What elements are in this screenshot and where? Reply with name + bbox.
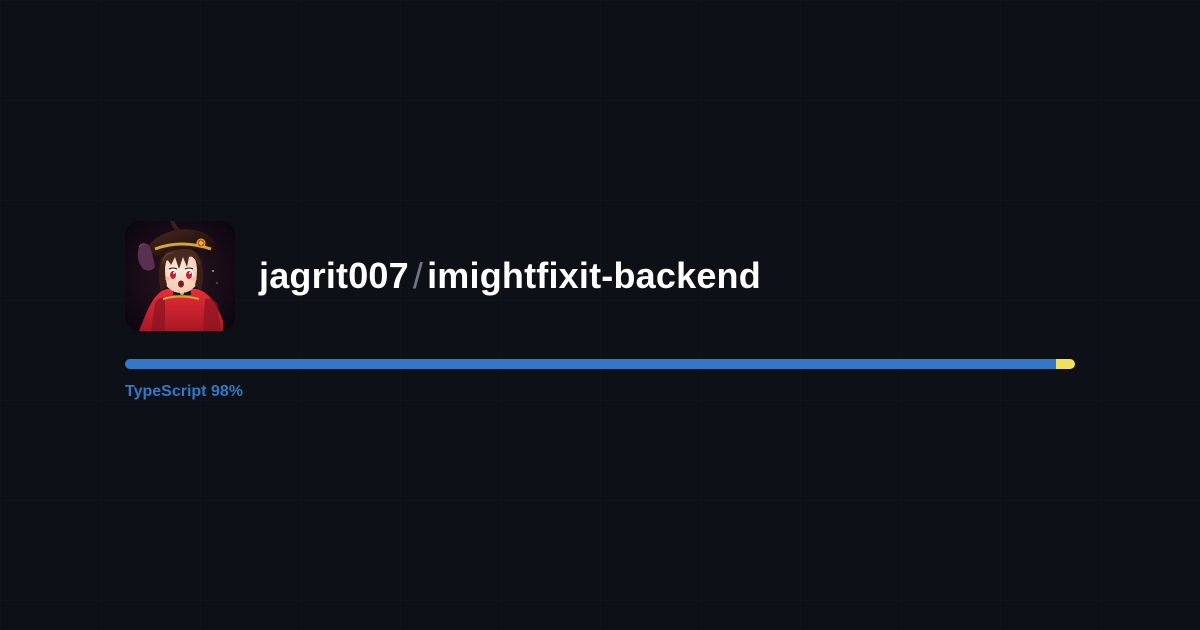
language-bar (125, 359, 1075, 369)
slash-separator: / (409, 255, 427, 296)
repo-card: jagrit007/imightfixit-backend TypeScript… (125, 221, 1075, 401)
language-segment-primary (125, 359, 1056, 369)
language-label: TypeScript 98% (125, 383, 1075, 401)
repo-owner: jagrit007 (259, 255, 409, 296)
avatar-image-icon (125, 221, 235, 331)
repo-title: jagrit007/imightfixit-backend (259, 255, 761, 297)
header-row: jagrit007/imightfixit-backend (125, 221, 1075, 331)
repo-name: imightfixit-backend (427, 255, 761, 296)
language-segment-remainder (1056, 359, 1075, 369)
avatar (125, 221, 235, 331)
